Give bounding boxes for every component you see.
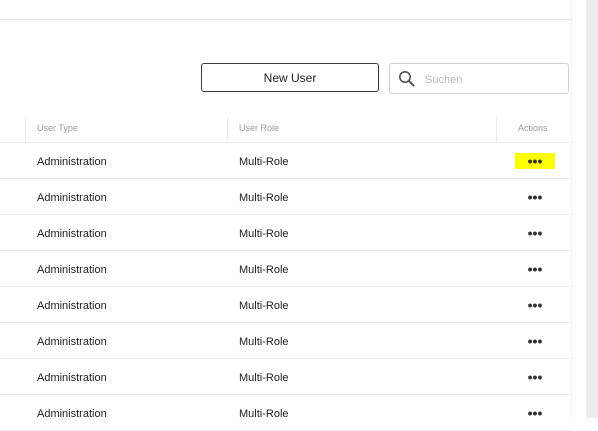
- table-row[interactable]: Administration Multi-Role •••: [0, 143, 571, 179]
- cell-user-type: Administration: [37, 336, 107, 348]
- search-icon: [399, 71, 415, 87]
- top-divider: [0, 19, 571, 20]
- more-horizontal-icon[interactable]: •••: [515, 333, 555, 349]
- cell-user-type: Administration: [37, 408, 107, 420]
- cell-user-type: Administration: [37, 192, 107, 204]
- new-user-button[interactable]: New User: [201, 63, 379, 92]
- column-header-actions: Actions: [518, 123, 548, 133]
- cell-user-role: Multi-Role: [239, 192, 289, 204]
- scrollbar-track[interactable]: [586, 0, 598, 418]
- more-horizontal-icon[interactable]: •••: [515, 369, 555, 385]
- cell-user-role: Multi-Role: [239, 408, 289, 420]
- column-separator: [25, 117, 26, 142]
- table-row[interactable]: Administration Multi-Role •••: [0, 287, 571, 323]
- cell-user-type: Administration: [37, 372, 107, 384]
- table-row[interactable]: Administration Multi-Role •••: [0, 395, 571, 431]
- table-row[interactable]: Administration Multi-Role •••: [0, 179, 571, 215]
- column-separator: [227, 117, 228, 142]
- table-row[interactable]: Administration Multi-Role •••: [0, 251, 571, 287]
- column-header-user-type[interactable]: User Type: [37, 123, 78, 133]
- table-row[interactable]: Administration Multi-Role •••: [0, 359, 571, 395]
- more-horizontal-icon[interactable]: •••: [515, 261, 555, 277]
- table-header: User Type User Role Actions: [0, 117, 571, 143]
- cell-user-type: Administration: [37, 228, 107, 240]
- search-box[interactable]: [389, 63, 569, 94]
- cell-user-role: Multi-Role: [239, 228, 289, 240]
- cell-user-role: Multi-Role: [239, 264, 289, 276]
- table-row[interactable]: Administration Multi-Role •••: [0, 215, 571, 251]
- cell-user-type: Administration: [37, 300, 107, 312]
- cell-user-type: Administration: [37, 264, 107, 276]
- column-header-user-role[interactable]: User Role: [239, 123, 279, 133]
- column-separator: [496, 117, 497, 142]
- table-body: Administration Multi-Role ••• Administratio…: [0, 143, 571, 431]
- cell-user-role: Multi-Role: [239, 156, 289, 168]
- search-input[interactable]: [423, 69, 567, 90]
- users-table: User Type User Role Actions Administrati…: [0, 117, 571, 431]
- more-horizontal-icon[interactable]: •••: [515, 153, 555, 169]
- cell-user-role: Multi-Role: [239, 372, 289, 384]
- cell-user-role: Multi-Role: [239, 336, 289, 348]
- more-horizontal-icon[interactable]: •••: [515, 225, 555, 241]
- cell-user-role: Multi-Role: [239, 300, 289, 312]
- table-row[interactable]: Administration Multi-Role •••: [0, 323, 571, 359]
- more-horizontal-icon[interactable]: •••: [515, 189, 555, 205]
- content-edge: [571, 0, 572, 418]
- more-horizontal-icon[interactable]: •••: [515, 297, 555, 313]
- cell-user-type: Administration: [37, 156, 107, 168]
- more-horizontal-icon[interactable]: •••: [515, 405, 555, 421]
